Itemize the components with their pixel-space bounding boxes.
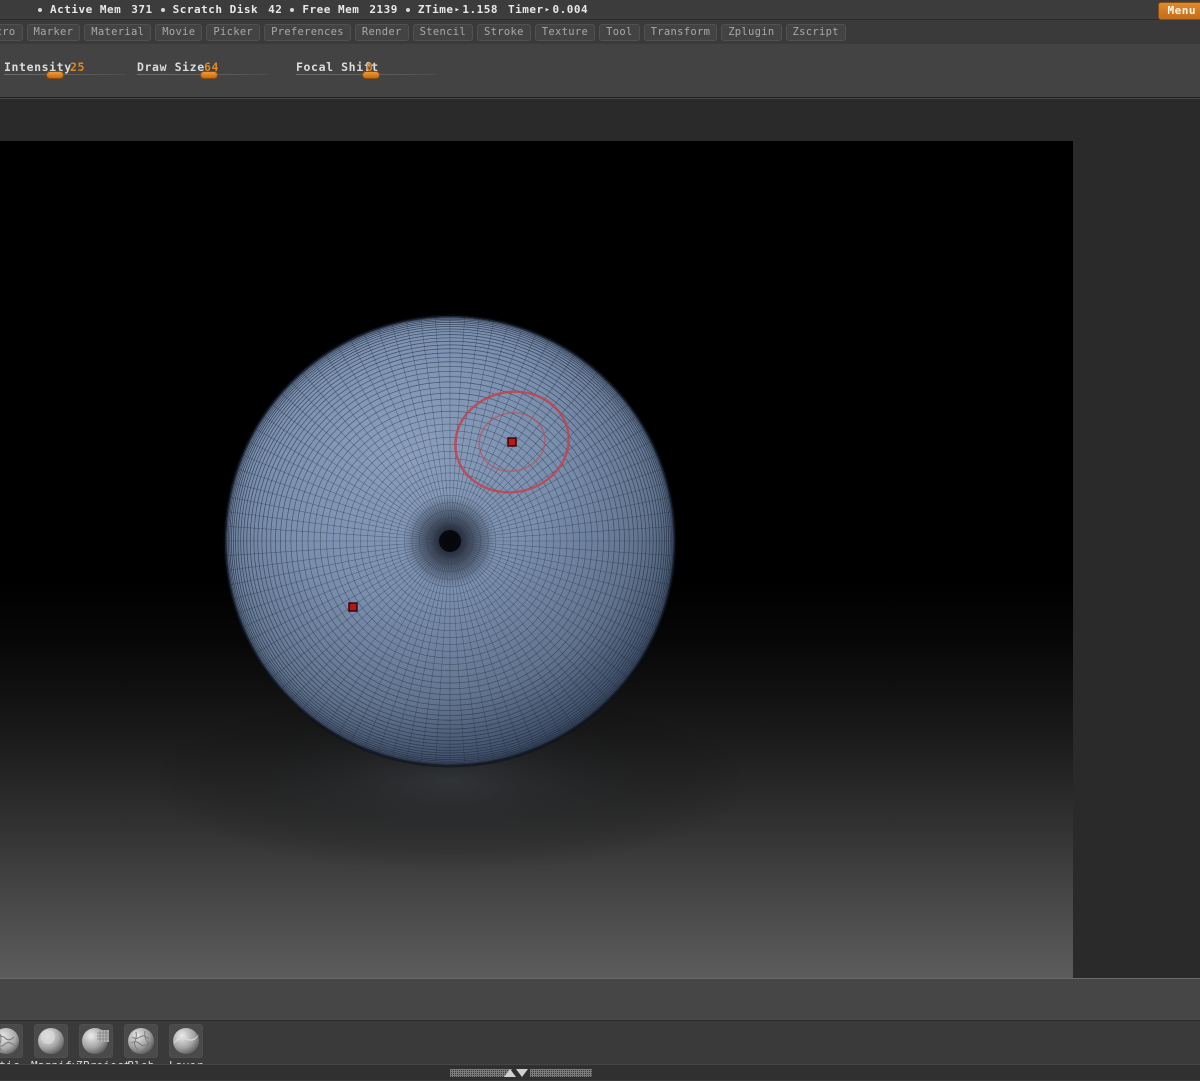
status-value: 0.004 [553, 3, 589, 16]
menu-item-stencil[interactable]: Stencil [413, 24, 473, 41]
status-label: ZTime [418, 3, 454, 16]
slider-focal-shift[interactable]: Focal Shift 0 [296, 60, 456, 82]
brush-blob-icon[interactable] [124, 1024, 158, 1058]
status-label: Active Mem [50, 3, 121, 16]
drag-handle-left[interactable] [450, 1069, 512, 1077]
marker-primary [508, 438, 516, 446]
menu-item-zplugin[interactable]: Zplugin [721, 24, 781, 41]
status-bar: Active Mem 371 Scratch Disk 42 Free Mem … [0, 0, 1200, 20]
canvas-top-edge [0, 98, 1200, 141]
slider-intensity[interactable]: Intensity 25 [4, 60, 132, 82]
status-value: 2139 [369, 3, 398, 16]
status-free-mem: Free Mem 2139 [282, 3, 397, 16]
canvas-lower-band [0, 978, 1200, 1020]
bottom-drag-bar[interactable] [0, 1064, 1200, 1080]
menu-item-transform[interactable]: Transform [644, 24, 718, 41]
slider-draw-size-knob[interactable] [200, 71, 218, 79]
slider-focal-shift-knob[interactable] [362, 71, 380, 79]
canvas-viewport[interactable] [0, 141, 1073, 979]
triangle-up-icon[interactable] [504, 1069, 516, 1077]
menu-item-preferences[interactable]: Preferences [264, 24, 351, 41]
slider-draw-size-label: Draw Size [137, 60, 205, 74]
brush-layer-icon[interactable] [169, 1024, 203, 1058]
play-arrow-icon: ▸ [545, 5, 551, 15]
marker-secondary [349, 603, 357, 611]
menu-item-zscript[interactable]: Zscript [786, 24, 846, 41]
bullet-icon [406, 8, 410, 12]
canvas-area [0, 98, 1200, 978]
slider-intensity-knob[interactable] [46, 71, 64, 79]
status-ztime: ZTime ▸ 1.158 [398, 3, 498, 16]
status-value: 42 [268, 3, 282, 16]
brush-elastic-icon[interactable] [0, 1024, 23, 1058]
triangle-down-icon[interactable] [516, 1069, 528, 1077]
menu-item-stroke[interactable]: Stroke [477, 24, 531, 41]
menu-item-render[interactable]: Render [355, 24, 409, 41]
menu-bar: acro Marker Material Movie Picker Prefer… [0, 20, 1200, 44]
brush-zproject-icon[interactable] [79, 1024, 113, 1058]
menu-button[interactable]: Menu [1158, 2, 1200, 20]
bullet-icon [161, 8, 165, 12]
sphere-pole-core [439, 530, 461, 552]
status-scratch-disk: Scratch Disk 42 [153, 3, 283, 16]
menu-item-texture[interactable]: Texture [535, 24, 595, 41]
status-value: 1.158 [462, 3, 498, 16]
menu-item-marker[interactable]: Marker [27, 24, 81, 41]
menu-item-macro[interactable]: acro [0, 24, 23, 41]
menu-item-picker[interactable]: Picker [206, 24, 260, 41]
brush-magnify-icon[interactable] [34, 1024, 68, 1058]
status-items: Active Mem 371 Scratch Disk 42 Free Mem … [0, 3, 588, 16]
status-timer: Timer ▸ 0.004 [508, 3, 588, 16]
menu-item-tool[interactable]: Tool [599, 24, 640, 41]
slider-intensity-value: 25 [70, 60, 85, 74]
slider-draw-size[interactable]: Draw Size 64 [137, 60, 285, 82]
status-active-mem: Active Mem 371 [30, 3, 153, 16]
status-label: Free Mem [302, 3, 359, 16]
status-label: Timer [508, 3, 544, 16]
menu-item-movie[interactable]: Movie [155, 24, 202, 41]
drag-handle-right[interactable] [530, 1069, 592, 1077]
menu-item-material[interactable]: Material [84, 24, 151, 41]
status-value: 371 [131, 3, 152, 16]
slider-intensity-track[interactable] [4, 74, 126, 75]
bullet-icon [290, 8, 294, 12]
tool-settings-row: Intensity 25 Draw Size 64 Focal Shift 0 … [0, 44, 1200, 98]
status-label: Scratch Disk [173, 3, 258, 16]
play-arrow-icon: ▸ [454, 5, 460, 15]
canvas-render [0, 141, 1073, 979]
model-sphere[interactable] [225, 316, 675, 766]
bullet-icon [38, 8, 42, 12]
